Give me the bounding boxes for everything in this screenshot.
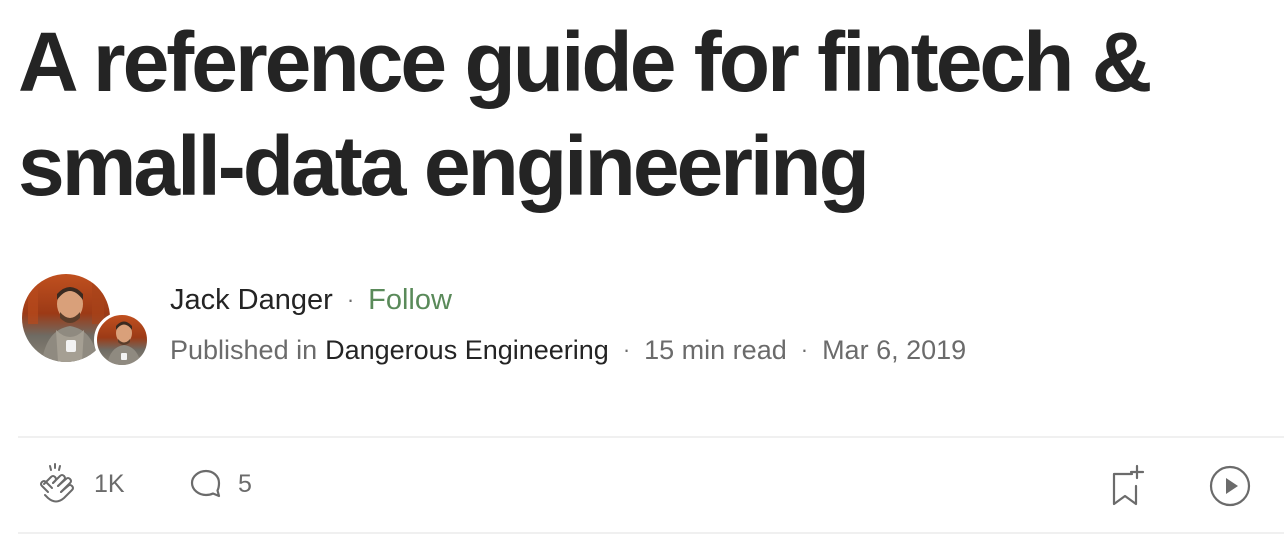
article-title: A reference guide for fintech & small-da… [18,15,1152,213]
separator-dot: · [800,337,809,362]
listen-button[interactable] [1208,464,1252,508]
divider [18,532,1284,534]
action-bar: 1K 5 [0,460,1284,514]
byline: Jack Danger · Follow Published in Danger… [22,274,1022,374]
publication-line: Published in Dangerous Engineering · 15 … [170,332,966,368]
publication-name[interactable]: Dangerous Engineering [325,335,609,366]
save-button[interactable] [1108,464,1146,508]
bookmark-add-icon [1108,464,1146,508]
clap-button[interactable]: 1K [36,462,125,506]
author-line: Jack Danger · Follow [170,282,452,318]
separator-dot: · [346,287,355,312]
published-in-label: Published in [170,334,318,365]
divider [18,436,1284,438]
response-count: 5 [238,469,252,498]
play-icon [1208,464,1252,508]
author-name[interactable]: Jack Danger [170,284,333,317]
responses-button[interactable]: 5 [188,466,252,502]
follow-button[interactable]: Follow [368,284,452,317]
clap-icon [36,462,80,506]
separator-dot: · [622,337,631,362]
clap-count: 1K [94,469,125,498]
response-icon [188,466,224,502]
read-time: 15 min read [644,334,787,365]
publication-photo [107,321,141,365]
publication-avatar[interactable] [94,312,150,368]
publish-date: Mar 6, 2019 [822,334,967,365]
